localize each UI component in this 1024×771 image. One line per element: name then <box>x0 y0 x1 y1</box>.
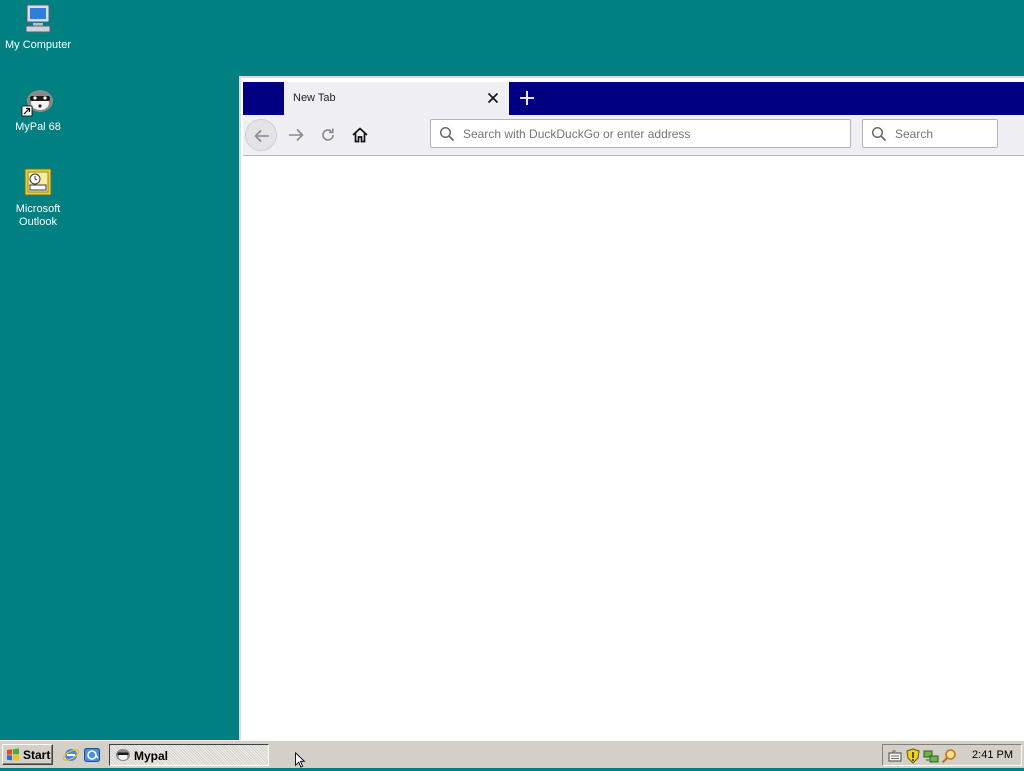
taskbar-item-label: Mypal <box>134 749 169 763</box>
address-bar[interactable] <box>430 119 851 148</box>
keyboard-icon[interactable] <box>887 748 903 764</box>
tab-strip: New Tab <box>243 82 1024 115</box>
reload-button[interactable] <box>312 119 344 151</box>
outlook-icon <box>21 166 55 200</box>
mouse-cursor-icon <box>294 751 306 770</box>
my-computer-icon <box>21 2 55 36</box>
start-label: Start <box>23 748 51 762</box>
windows-flag-icon <box>6 748 20 762</box>
network-icon[interactable] <box>923 748 939 764</box>
ie-icon[interactable] <box>62 746 80 764</box>
mypal-shortcut-icon <box>21 84 55 118</box>
forward-button[interactable] <box>280 119 312 151</box>
page-content[interactable] <box>243 156 1024 742</box>
desktop-icon-mypal[interactable]: MyPal 68 <box>2 84 74 134</box>
browser-window: New Tab <box>239 76 1024 742</box>
desktop-icon-label: My Computer <box>4 39 72 51</box>
desktop-icon-my-computer[interactable]: My Computer <box>2 2 74 52</box>
start-button[interactable]: Start <box>2 744 53 765</box>
home-icon <box>352 127 368 143</box>
tab-new-tab[interactable]: New Tab <box>284 82 509 115</box>
back-button[interactable] <box>245 119 277 151</box>
search-input[interactable] <box>895 127 989 141</box>
desktop-icon-label: Microsoft Outlook <box>15 203 61 228</box>
tab-title: New Tab <box>293 92 336 104</box>
reload-icon <box>322 128 334 141</box>
search-icon <box>871 126 887 145</box>
desktop-icon-label: MyPal 68 <box>15 121 61 133</box>
navigation-toolbar <box>243 115 1024 156</box>
plus-icon[interactable] <box>516 87 538 109</box>
mypal-icon <box>115 748 131 762</box>
outlook-express-icon[interactable] <box>83 746 101 764</box>
clock[interactable]: 2:41 PM <box>972 749 1013 761</box>
home-button[interactable] <box>344 119 376 151</box>
desktop-icon-outlook[interactable]: Microsoft Outlook <box>2 166 74 229</box>
close-icon[interactable] <box>485 90 501 106</box>
search-bar[interactable] <box>862 119 998 148</box>
system-tray: 2:41 PM <box>882 744 1022 766</box>
forward-arrow-icon <box>289 128 304 142</box>
back-arrow-icon <box>254 129 269 143</box>
address-input[interactable] <box>463 127 842 141</box>
security-shield-icon[interactable] <box>905 748 921 764</box>
search-icon[interactable] <box>941 748 957 764</box>
taskbar: Start Mypal 2:41 PM <box>0 740 1024 768</box>
search-icon <box>439 126 455 145</box>
taskbar-item-mypal[interactable]: Mypal <box>109 744 269 766</box>
